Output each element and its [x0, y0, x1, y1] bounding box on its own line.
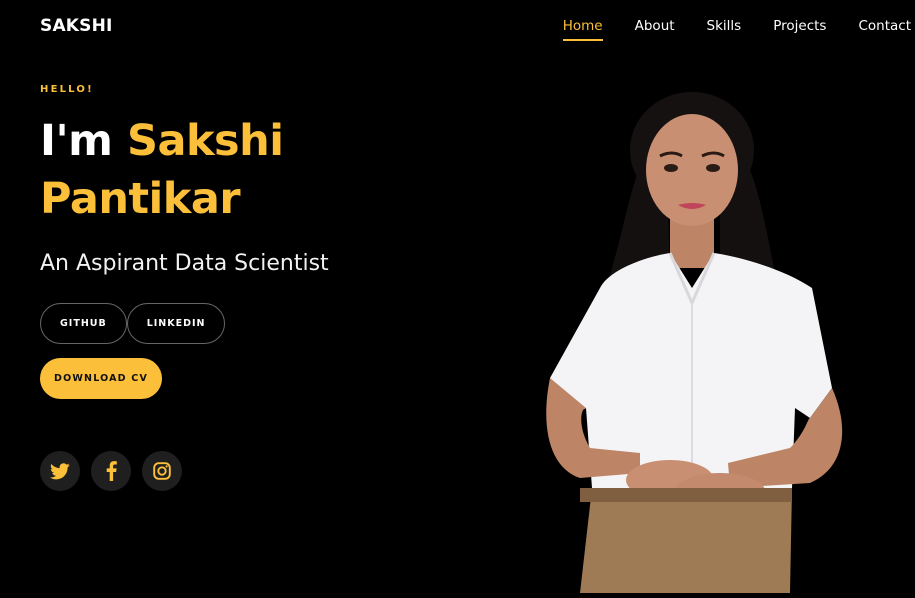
- nav-skills[interactable]: Skills: [707, 18, 742, 41]
- github-button[interactable]: GITHUB: [40, 303, 127, 344]
- nav-about[interactable]: About: [635, 18, 675, 41]
- hero-intro: I'm: [40, 116, 113, 166]
- nav-home[interactable]: Home: [562, 18, 603, 41]
- twitter-link[interactable]: [40, 451, 80, 491]
- nav-projects[interactable]: Projects: [773, 18, 826, 41]
- social-links: [40, 451, 182, 491]
- facebook-icon: [106, 461, 117, 481]
- profile-photo: [546, 92, 843, 593]
- instagram-link[interactable]: [142, 451, 182, 491]
- site-logo[interactable]: SAKSHI: [40, 16, 113, 36]
- main-nav: Home About Skills Projects Contact: [531, 18, 911, 41]
- linkedin-button[interactable]: LINKEDIN: [126, 303, 226, 344]
- nav-contact[interactable]: Contact: [858, 18, 911, 41]
- hero-subtitle: An Aspirant Data Scientist: [40, 251, 329, 276]
- profile-links: GITHUB LINKEDIN: [40, 303, 226, 344]
- instagram-icon: [153, 462, 171, 480]
- hero-first-name: Sakshi: [126, 116, 284, 166]
- twitter-icon: [50, 462, 70, 479]
- download-cv-button[interactable]: DOWNLOAD CV: [40, 358, 162, 399]
- greeting-label: HELLO!: [40, 84, 94, 95]
- hero-last-name: Pantikar: [40, 174, 241, 224]
- hero-heading: I'm Sakshi Pantikar: [40, 112, 284, 228]
- facebook-link[interactable]: [91, 451, 131, 491]
